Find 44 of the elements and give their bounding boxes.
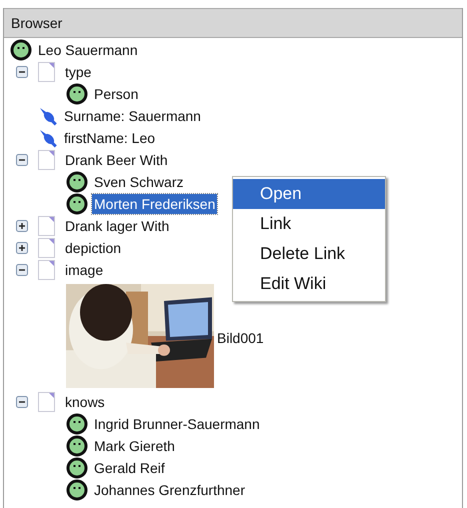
tree-item[interactable]: Ingrid Brunner-Sauermann	[92, 414, 262, 434]
menu-item[interactable]: Open	[233, 179, 385, 209]
collapse-icon[interactable]	[16, 396, 28, 408]
expand-icon[interactable]	[16, 220, 28, 232]
tree-item[interactable]: depiction	[63, 238, 124, 258]
collapse-icon[interactable]	[16, 264, 28, 276]
tree-item[interactable]: Sven Schwarz	[92, 172, 186, 192]
document-icon	[38, 62, 55, 82]
smiley-icon	[66, 171, 88, 193]
panel-title: Browser	[11, 15, 62, 31]
tree-item[interactable]: Gerald Reif	[92, 458, 167, 478]
tree-item[interactable]: Morten Frederiksen	[92, 194, 218, 214]
document-icon	[38, 150, 55, 170]
smiley-icon	[66, 457, 88, 479]
expand-icon[interactable]	[16, 242, 28, 254]
menu-item[interactable]: Delete Link	[233, 239, 385, 269]
menu-item[interactable]: Link	[233, 209, 385, 239]
image-caption: Bild001	[217, 330, 264, 346]
tree-item[interactable]: Leo Sauermann	[36, 40, 140, 60]
menu-item[interactable]: Edit Wiki	[233, 269, 385, 299]
plug-icon	[38, 106, 58, 126]
collapse-icon[interactable]	[16, 154, 28, 166]
document-icon	[38, 392, 55, 412]
document-icon	[38, 238, 55, 258]
collapse-icon[interactable]	[16, 66, 28, 78]
smiley-icon	[66, 435, 88, 457]
smiley-icon	[10, 39, 32, 61]
tree-item[interactable]: firstName: Leo	[62, 128, 158, 148]
document-icon	[38, 260, 55, 280]
smiley-icon	[66, 479, 88, 501]
tree-item[interactable]: Mark Giereth	[92, 436, 177, 456]
document-icon	[38, 216, 55, 236]
smiley-icon	[66, 83, 88, 105]
tree-item[interactable]: Johannes Grenzfurthner	[92, 480, 247, 500]
tree-item[interactable]: Drank Beer With	[63, 150, 170, 170]
tree-item[interactable]: Drank lager With	[63, 216, 172, 236]
tree-item[interactable]: type	[63, 62, 94, 82]
smiley-icon	[66, 413, 88, 435]
tree-item[interactable]: knows	[63, 392, 107, 412]
tree-item[interactable]: image	[63, 260, 106, 280]
tree-item[interactable]: Surname: Sauermann	[62, 106, 203, 126]
plug-icon	[38, 128, 58, 148]
tree-item[interactable]: Person	[92, 84, 140, 104]
smiley-icon	[66, 193, 88, 215]
